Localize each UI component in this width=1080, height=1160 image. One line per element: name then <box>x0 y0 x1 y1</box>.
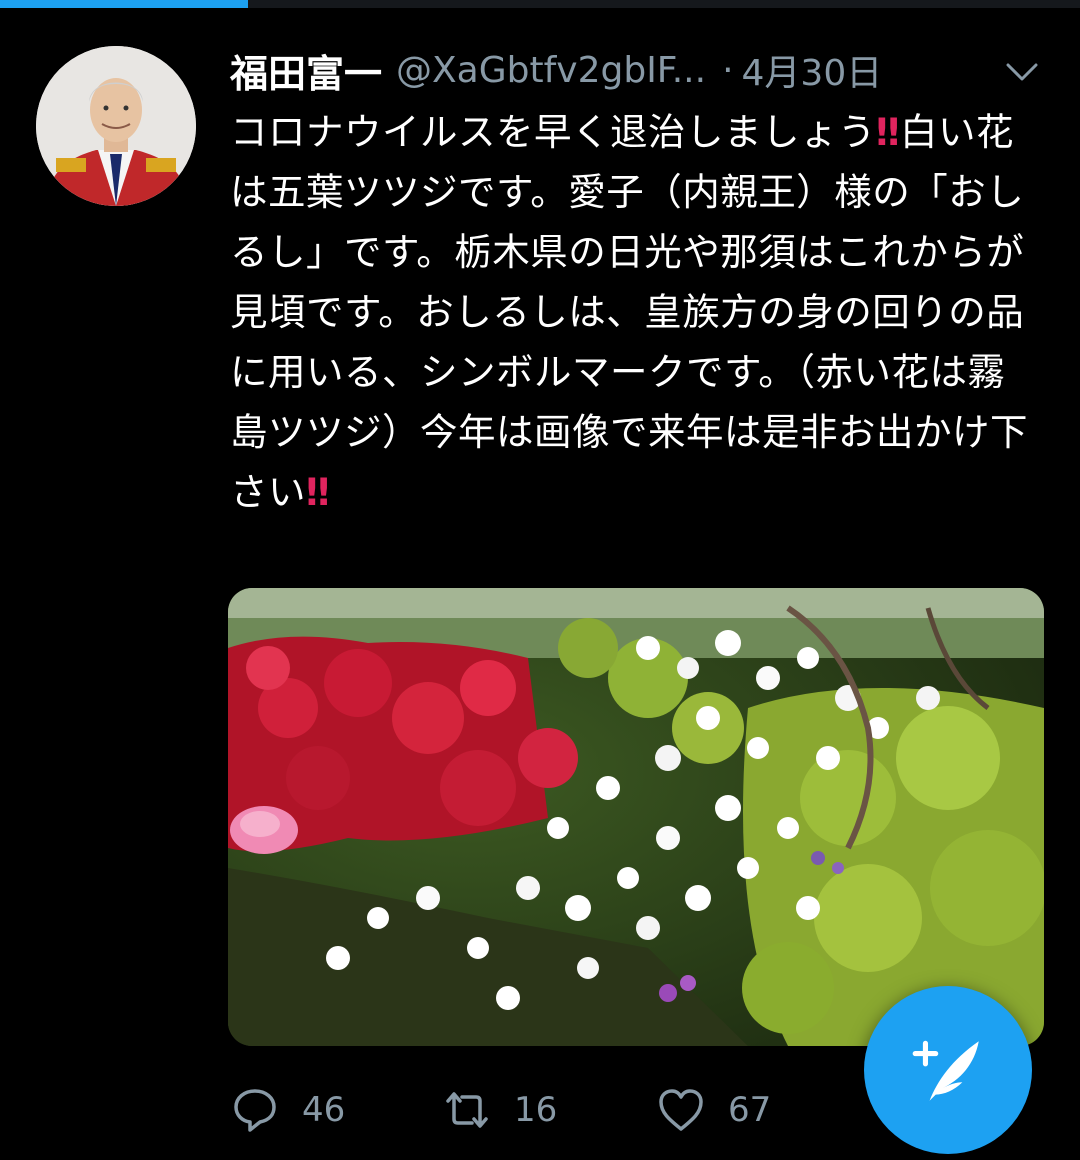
compose-tweet-icon <box>912 1040 979 1101</box>
reply-count: 46 <box>302 1090 346 1130</box>
top-progress-track <box>0 0 1080 8</box>
like-button[interactable]: 67 <box>656 1080 771 1140</box>
tweet-text-part-1: コロナウイルスを早く退治しましょう <box>230 110 876 154</box>
author-avatar[interactable] <box>36 46 196 206</box>
top-progress-bar <box>0 0 249 8</box>
tweet-text-part-2: 白い花は五葉ツツジです。愛子（内親王）様の「おしるし」です。栃木県の日光や那須は… <box>230 110 1028 514</box>
retweet-count: 16 <box>514 1090 558 1130</box>
tweet-header: 福田富一 @XaGbtfv2gbIF... · 4月30日 <box>230 40 1050 100</box>
double-exclamation-emoji: ‼ <box>876 110 901 154</box>
double-exclamation-emoji: ‼ <box>306 470 331 514</box>
like-count: 67 <box>728 1090 772 1130</box>
compose-tweet-button[interactable] <box>864 986 1032 1154</box>
retweet-icon <box>446 1092 488 1128</box>
tweet-actions: 46 16 67 <box>230 1080 880 1140</box>
retweet-button[interactable]: 16 <box>442 1080 557 1140</box>
heart-icon <box>659 1089 703 1131</box>
chevron-down-icon[interactable] <box>1002 52 1042 92</box>
reply-bubble-icon <box>234 1089 276 1132</box>
avatar-photo <box>36 46 196 206</box>
meta-separator: · <box>722 49 734 91</box>
author-handle[interactable]: @XaGbtfv2gbIF... <box>396 50 706 91</box>
tweet-date[interactable]: 4月30日 <box>742 44 883 96</box>
garden-photo <box>228 588 1044 1046</box>
author-name[interactable]: 福田富一 <box>230 43 382 98</box>
reply-button[interactable]: 46 <box>230 1080 345 1140</box>
tweet-text: コロナウイルスを早く退治しましょう‼白い花は五葉ツツジです。愛子（内親王）様の「… <box>230 102 1042 522</box>
tweet-media-photo[interactable] <box>228 588 1044 1046</box>
